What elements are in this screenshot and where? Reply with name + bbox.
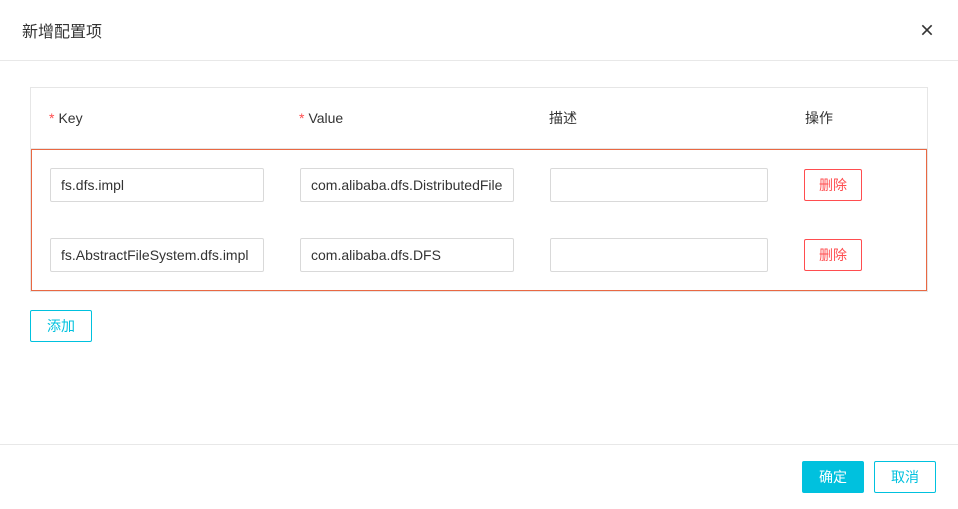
- cell-action: 删除: [786, 238, 926, 272]
- cell-action: 删除: [786, 168, 926, 202]
- column-header-action: 操作: [787, 88, 927, 148]
- table-row: 删除: [32, 220, 926, 290]
- cell-description: [532, 238, 786, 272]
- config-table: * Key * Value 描述 操作: [30, 87, 928, 292]
- value-input[interactable]: [300, 238, 514, 272]
- cell-value: [282, 238, 532, 272]
- table-header-row: * Key * Value 描述 操作: [31, 88, 927, 149]
- delete-button[interactable]: 删除: [804, 169, 862, 201]
- cell-value: [282, 168, 532, 202]
- add-button[interactable]: 添加: [30, 310, 92, 342]
- cell-key: [32, 238, 282, 272]
- close-icon[interactable]: [918, 21, 936, 39]
- required-asterisk: *: [299, 110, 304, 126]
- dialog-header: 新增配置项: [0, 0, 958, 61]
- column-header-action-label: 操作: [805, 108, 833, 128]
- description-input[interactable]: [550, 168, 768, 202]
- description-input[interactable]: [550, 238, 768, 272]
- column-header-value-label: Value: [308, 110, 343, 126]
- column-header-description-label: 描述: [549, 108, 577, 128]
- dialog-body: * Key * Value 描述 操作: [0, 61, 958, 444]
- delete-button[interactable]: 删除: [804, 239, 862, 271]
- required-asterisk: *: [49, 110, 54, 126]
- key-input[interactable]: [50, 238, 264, 272]
- column-header-key: * Key: [31, 88, 281, 148]
- cancel-button[interactable]: 取消: [874, 461, 936, 493]
- cell-key: [32, 168, 282, 202]
- dialog-title: 新增配置项: [22, 18, 102, 42]
- key-input[interactable]: [50, 168, 264, 202]
- table-body: 删除 删除: [31, 149, 927, 291]
- column-header-value: * Value: [281, 88, 531, 148]
- cell-description: [532, 168, 786, 202]
- table-row: 删除: [32, 150, 926, 220]
- value-input[interactable]: [300, 168, 514, 202]
- column-header-key-label: Key: [58, 110, 82, 126]
- column-header-description: 描述: [531, 88, 787, 148]
- confirm-button[interactable]: 确定: [802, 461, 864, 493]
- dialog-footer: 确定 取消: [0, 444, 958, 509]
- dialog: 新增配置项 * Key * Value 描述: [0, 0, 958, 509]
